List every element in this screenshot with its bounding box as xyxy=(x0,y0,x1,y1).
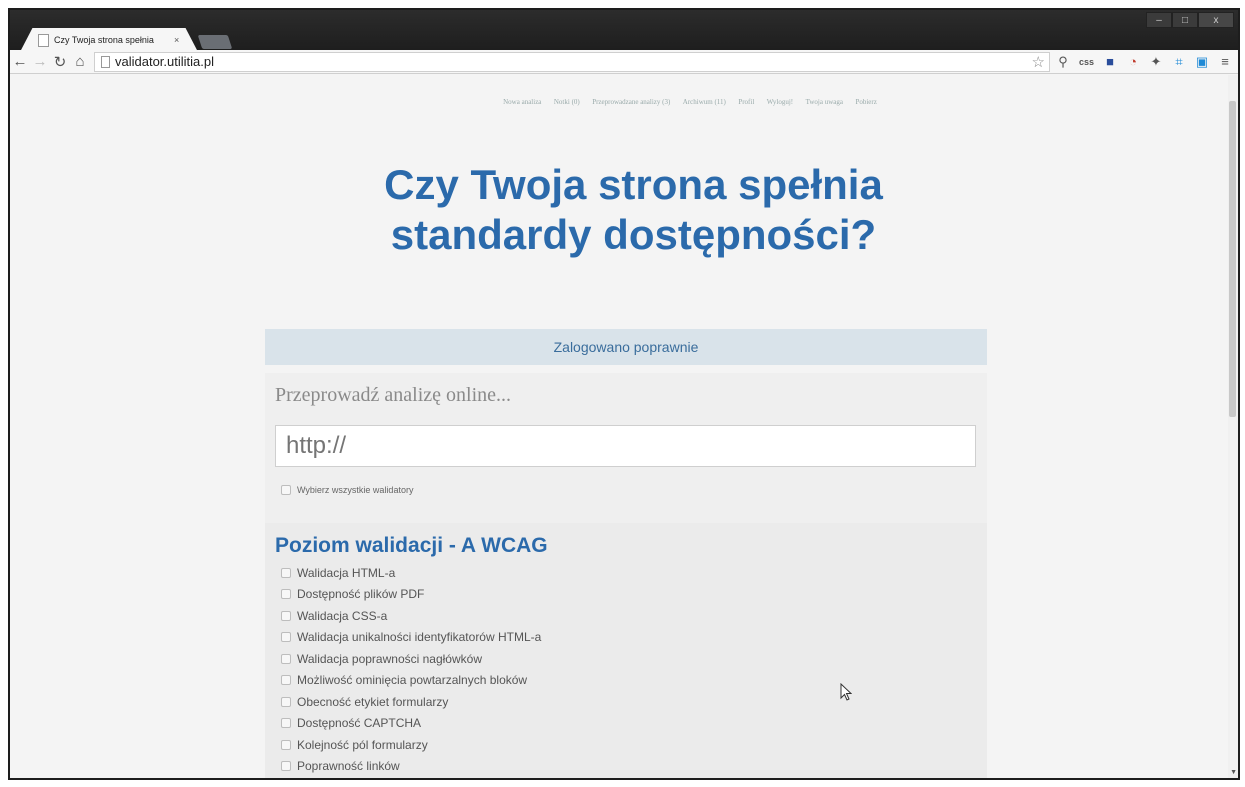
validator-item[interactable]: Dostępność plików PDF xyxy=(281,584,541,606)
select-all-validators[interactable]: Wybierz wszystkie walidatory xyxy=(281,485,413,495)
library-extension-icon[interactable]: ■ xyxy=(1103,54,1117,69)
new-tab-button[interactable] xyxy=(197,35,233,49)
home-icon[interactable]: ⌂ xyxy=(70,53,90,70)
puzzle-extension-icon[interactable]: ✦ xyxy=(1149,54,1163,70)
validator-item[interactable]: Obecność etykiet formularzy xyxy=(281,691,541,713)
page-title: Czy Twoja strona spełnia standardy dostę… xyxy=(270,160,997,260)
menu-icon[interactable]: ≡ xyxy=(1218,54,1232,69)
validator-checkbox[interactable] xyxy=(281,610,291,621)
nav-item-profile[interactable]: Profil xyxy=(738,98,754,106)
page-viewport: Nowa analiza Notki (0) Przeprowadzane an… xyxy=(10,75,1238,778)
page-icon xyxy=(101,55,110,68)
validator-label: Walidacja CSS-a xyxy=(297,608,388,623)
nav-item-notes[interactable]: Notki (0) xyxy=(554,98,580,106)
validator-checkbox[interactable] xyxy=(281,632,291,643)
tab-close-icon[interactable]: × xyxy=(174,35,179,45)
validator-checkbox[interactable] xyxy=(281,675,291,686)
browser-tab[interactable]: Czy Twoja strona spełnia × xyxy=(20,28,198,52)
validator-list: Walidacja HTML-a Dostępność plików PDF W… xyxy=(281,562,541,777)
tab-title: Czy Twoja strona spełnia xyxy=(54,35,154,45)
address-bar[interactable]: validator.utilitia.pl ☆ xyxy=(94,51,1050,72)
validator-label: Kolejność pól formularzy xyxy=(297,737,428,752)
vertical-scrollbar[interactable]: ▼ xyxy=(1228,75,1238,778)
top-navigation: Nowa analiza Notki (0) Przeprowadzane an… xyxy=(10,91,1238,109)
validator-item[interactable]: Możliwość ominięcia powtarzalnych bloków xyxy=(281,670,541,692)
validation-level-title: Poziom walidacji - A WCAG xyxy=(275,534,548,557)
validator-label: Walidacja unikalności identyfikatorów HT… xyxy=(297,630,542,645)
back-arrow-icon[interactable]: ← xyxy=(10,53,30,70)
screen-extension-icon[interactable]: ▣ xyxy=(1195,54,1209,70)
validator-label: Możliwość ominięcia powtarzalnych bloków xyxy=(297,673,528,688)
bookmark-star-icon[interactable]: ☆ xyxy=(1032,53,1045,71)
validator-checkbox[interactable] xyxy=(281,696,291,707)
validator-label: Poprawność linków xyxy=(297,759,400,774)
page-favicon-icon xyxy=(38,33,49,47)
nav-item-new-analysis[interactable]: Nowa analiza xyxy=(503,98,541,106)
validator-checkbox[interactable] xyxy=(281,589,291,600)
validator-item[interactable]: Walidacja HTML-a xyxy=(281,562,541,584)
mouse-pointer-icon xyxy=(840,683,852,701)
validator-label: Dostępność CAPTCHA xyxy=(297,716,422,731)
login-success-alert: Zalogowano poprawnie xyxy=(265,329,987,365)
scroll-down-arrow-icon[interactable]: ▼ xyxy=(1230,769,1237,776)
minimize-button[interactable]: – xyxy=(1146,12,1172,28)
validator-label: Dostępność plików PDF xyxy=(297,587,425,602)
page-title-line-2: standardy dostępności? xyxy=(390,211,877,258)
validator-checkbox[interactable] xyxy=(281,653,291,664)
page-title-line-1: Czy Twoja strona spełnia xyxy=(384,161,883,208)
validator-checkbox[interactable] xyxy=(281,761,291,772)
close-window-button[interactable]: x xyxy=(1198,12,1234,28)
scrollbar-thumb[interactable] xyxy=(1229,101,1236,417)
window-controls: – □ x xyxy=(1146,12,1234,28)
css-extension-icon[interactable]: css xyxy=(1079,57,1094,67)
power-extension-icon[interactable]: ◔ xyxy=(1126,54,1140,69)
nav-item-download[interactable]: Pobierz xyxy=(855,98,876,106)
analysis-form-panel: Przeprowadź analizę online... Wybierz ws… xyxy=(265,373,987,778)
browser-window: Czy Twoja strona spełnia × – □ x ← → ↻ ⌂… xyxy=(8,8,1240,780)
url-input[interactable] xyxy=(275,425,976,467)
extensions-bar: ⚲ css ■ ◔ ✦ ⌗ ▣ ≡ xyxy=(1056,54,1238,70)
reload-icon[interactable]: ↻ xyxy=(50,53,70,71)
browser-toolbar: ← → ↻ ⌂ validator.utilitia.pl ☆ ⚲ css ■ … xyxy=(10,50,1238,74)
validator-item[interactable]: Kolejność pól formularzy xyxy=(281,734,541,756)
validator-item[interactable]: Dostępność CAPTCHA xyxy=(281,713,541,735)
form-title: Przeprowadź analizę online... xyxy=(275,384,512,406)
nav-item-logout[interactable]: Wyloguj! xyxy=(767,98,793,106)
frame-extension-icon[interactable]: ⌗ xyxy=(1172,54,1186,70)
validator-item[interactable]: Walidacja poprawności nagłówków xyxy=(281,648,541,670)
select-all-label: Wybierz wszystkie walidatory xyxy=(297,485,414,495)
url-text: validator.utilitia.pl xyxy=(115,54,214,69)
maximize-button[interactable]: □ xyxy=(1172,12,1198,28)
forward-arrow-icon[interactable]: → xyxy=(30,53,50,70)
nav-item-feedback[interactable]: Twoja uwaga xyxy=(806,98,843,106)
tab-strip: Czy Twoja strona spełnia × – □ x xyxy=(10,10,1238,52)
validator-checkbox[interactable] xyxy=(281,718,291,729)
translate-icon[interactable]: ⚲ xyxy=(1056,54,1070,70)
validator-item[interactable]: Walidacja CSS-a xyxy=(281,605,541,627)
validator-checkbox[interactable] xyxy=(281,739,291,750)
validator-item[interactable]: Poprawność linków xyxy=(281,756,541,778)
validator-label: Obecność etykiet formularzy xyxy=(297,694,449,709)
validator-label: Walidacja poprawności nagłówków xyxy=(297,651,482,666)
nav-item-running-analyses[interactable]: Przeprowadzane analizy (3) xyxy=(592,98,670,106)
validator-checkbox[interactable] xyxy=(281,567,291,578)
select-all-checkbox[interactable] xyxy=(281,485,291,495)
validator-label: Walidacja HTML-a xyxy=(297,565,396,580)
nav-item-archive[interactable]: Archiwum (11) xyxy=(683,98,726,106)
validator-item[interactable]: Walidacja unikalności identyfikatorów HT… xyxy=(281,627,541,649)
